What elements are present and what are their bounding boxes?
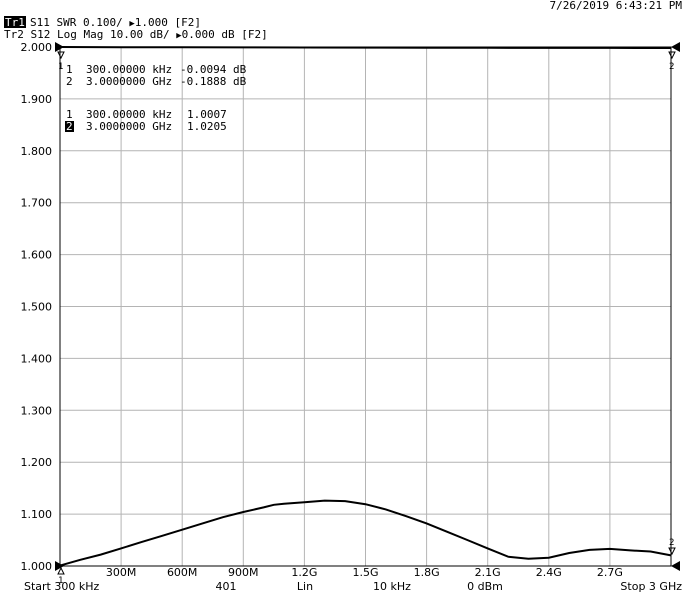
x-axis-labels: 300M 600M 900M 1.2G 1.5G 1.8G 2.1G 2.4G 2.7G <box>106 566 623 579</box>
footer-points[interactable]: 401 <box>216 580 237 593</box>
marker-1-top-label: 1 <box>58 62 63 72</box>
trace2-text: Tr2 S12 Log Mag 10.00 dB/ <box>4 28 176 41</box>
trace-s12-line <box>59 46 672 49</box>
footer-start[interactable]: Start 300 kHz <box>24 580 100 593</box>
marker-2-bottom-icon <box>668 547 676 556</box>
ref-arrow-bottom-right-icon <box>671 561 680 571</box>
y-tick-label: 1.900 <box>21 93 53 106</box>
ref-arrow-right-icon <box>671 42 680 52</box>
marker-1-top-icon <box>57 51 65 60</box>
x-tick-label: 2.7G <box>597 566 623 579</box>
y-tick-label: 1.500 <box>21 301 53 314</box>
y-tick-label: 1.200 <box>21 456 53 469</box>
footer-power[interactable]: 0 dBm <box>467 580 503 593</box>
vna-chart: 7/26/2019 6:43:21 PM Tr1 S11 SWR 0.100/ … <box>4 0 683 593</box>
y-axis-labels: 2.000 1.900 1.800 1.700 1.600 1.500 1.400 1.300… <box>21 41 53 573</box>
x-tick-label: 300M <box>106 566 137 579</box>
marker-readout-row: 2 3.0000000 GHz -0.1888 dB <box>66 75 247 88</box>
marker-readouts-trace2: 1 300.00000 kHz -0.0094 dB 2 3.0000000 G… <box>66 63 247 88</box>
marker-2-bottom-label: 2 <box>669 538 674 548</box>
x-tick-label: 1.5G <box>352 566 378 579</box>
trace2-title[interactable]: Tr2 S12 Log Mag 10.00 dB/ ▶0.000 dB [F2] <box>4 28 268 41</box>
y-tick-label: 1.800 <box>21 145 53 158</box>
y-tick-label: 2.000 <box>21 41 53 54</box>
y-tick-label: 1.000 <box>21 560 53 573</box>
x-tick-label: 2.1G <box>475 566 501 579</box>
marker-2-top-label: 2 <box>669 62 674 72</box>
y-tick-label: 1.100 <box>21 508 53 521</box>
sweep-footer: Start 300 kHz 401 Lin 10 kHz 0 dBm Stop … <box>24 580 682 593</box>
footer-stop[interactable]: Stop 3 GHz <box>620 580 682 593</box>
y-tick-label: 1.600 <box>21 249 53 262</box>
datetime: 7/26/2019 6:43:21 PM <box>550 0 683 12</box>
x-tick-label: 2.4G <box>536 566 562 579</box>
marker-1-bottom-icon <box>57 566 65 575</box>
y-tick-label: 1.400 <box>21 352 53 365</box>
marker-2-top-icon <box>668 51 676 60</box>
marker-readout-row: 2 3.0000000 GHz 1.0205 <box>66 120 227 133</box>
y-tick-label: 1.700 <box>21 197 53 210</box>
footer-sweep-type[interactable]: Lin <box>297 580 313 593</box>
x-tick-label: 900M <box>228 566 259 579</box>
footer-ifbw[interactable]: 10 kHz <box>373 580 411 593</box>
x-tick-label: 1.8G <box>414 566 440 579</box>
trace2-ref: 0.000 dB [F2] <box>182 28 268 41</box>
marker-readouts-trace1: 1 300.00000 kHz 1.0007 2 3.0000000 GHz 1… <box>65 108 227 133</box>
x-tick-label: 1.2G <box>291 566 317 579</box>
x-tick-label: 600M <box>167 566 198 579</box>
y-tick-label: 1.300 <box>21 404 53 417</box>
